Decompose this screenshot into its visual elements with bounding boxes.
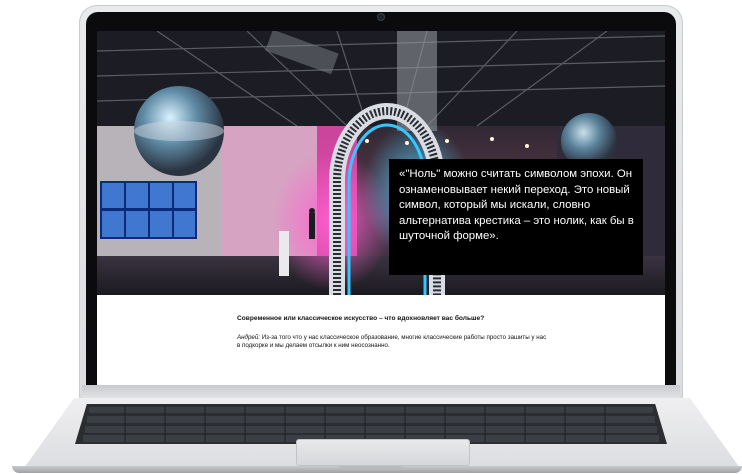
camera-icon [378, 14, 384, 20]
laptop-screen[interactable]: «"Ноль" можно считать символом эпохи. Он… [97, 31, 665, 385]
keyboard-keys [83, 407, 659, 442]
opening-notch [339, 466, 403, 470]
trackpad[interactable] [296, 439, 470, 466]
speaker-name: Андрей: [237, 334, 260, 341]
quote-box: «"Ноль" можно считать символом эпохи. Он… [389, 159, 643, 275]
quote-text: «"Ноль" можно считать символом эпохи. Он… [399, 168, 634, 242]
article-body: Андрей: Из-за того что у нас классическо… [237, 334, 547, 350]
keyboard [75, 404, 667, 444]
laptop-hinge [82, 385, 680, 400]
hero-image: «"Ноль" можно считать символом эпохи. Он… [97, 31, 665, 295]
answer-text: Из-за того что у нас классическое образо… [237, 334, 547, 350]
article-heading: Современное или классическое искусство –… [237, 315, 485, 322]
article-section: Современное или классическое искусство –… [237, 314, 547, 350]
